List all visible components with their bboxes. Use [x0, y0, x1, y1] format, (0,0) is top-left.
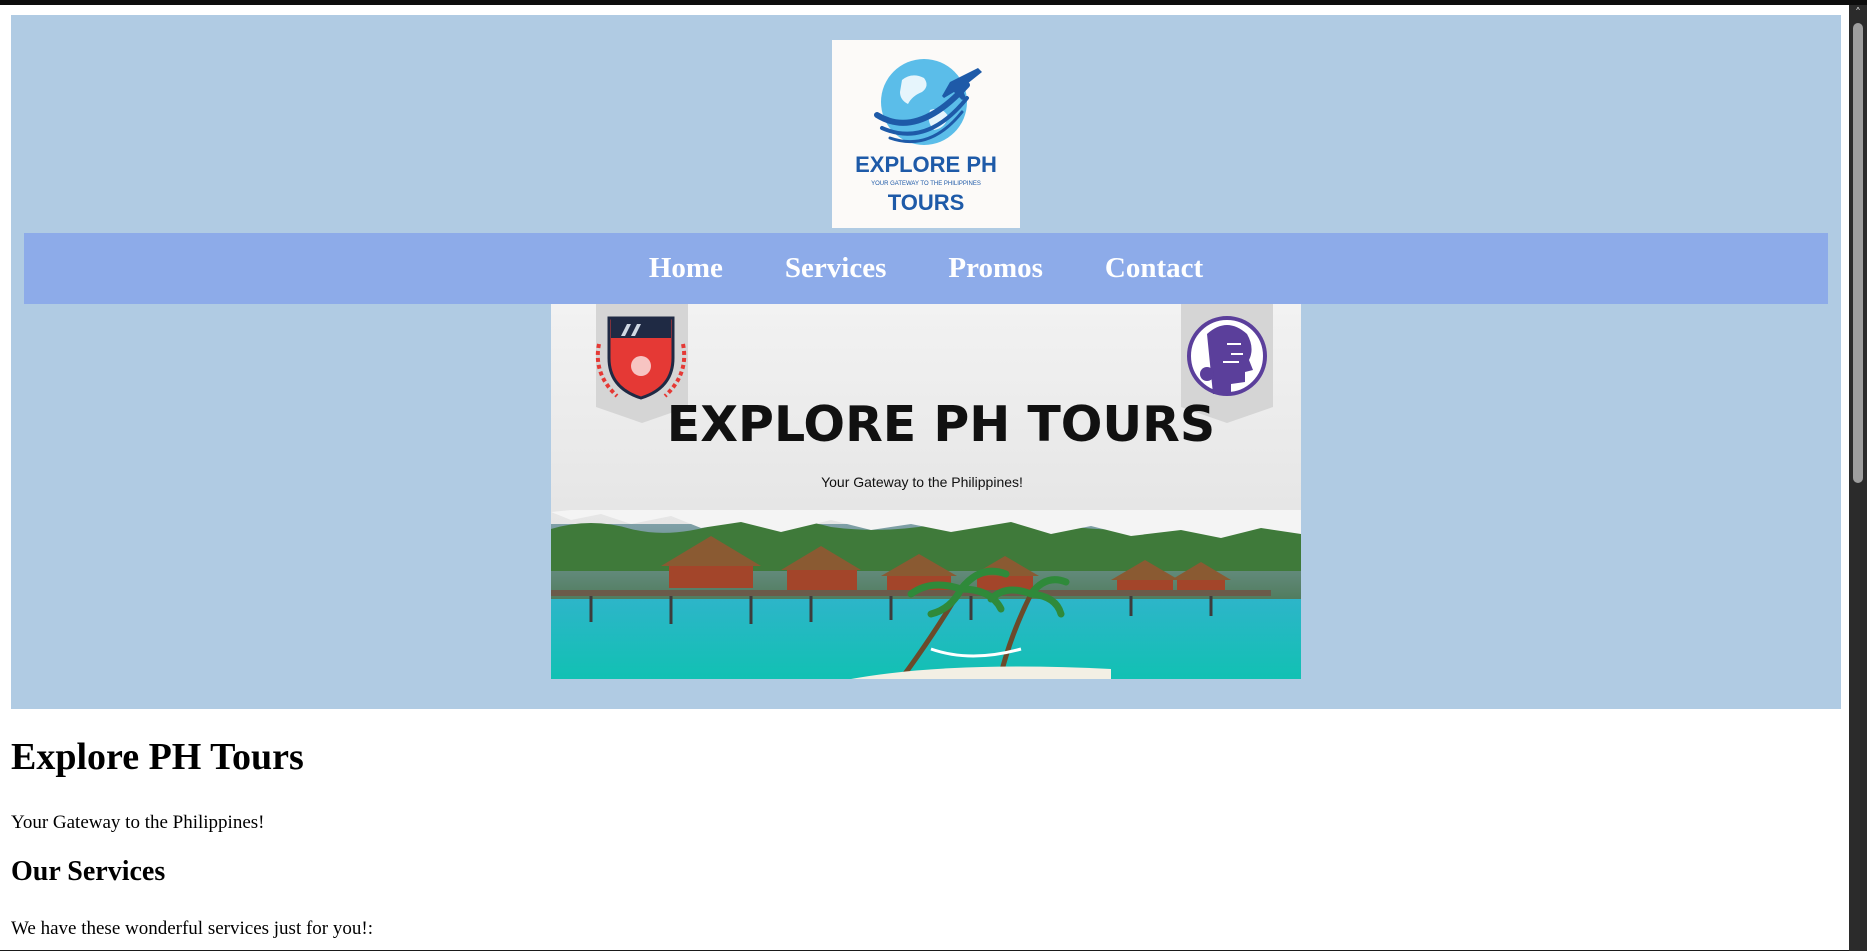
banner-subtitle: Your Gateway to the Philippines! [821, 474, 1023, 490]
nav-contact-link[interactable]: Contact [1105, 252, 1203, 285]
banner-title: EXPLORE PH TOURS [667, 396, 1215, 453]
logo-line2: TOURS [888, 190, 965, 215]
scrollbar-thumb[interactable] [1853, 23, 1863, 483]
logo-line1: EXPLORE PH [855, 152, 997, 177]
scroll-up-arrow-icon[interactable]: ˄ [1849, 5, 1867, 21]
main-navbar: Home Services Promos Contact [24, 233, 1828, 304]
services-heading: Our Services [11, 856, 166, 887]
page-viewport: EXPLORE PH YOUR GATEWAY TO THE PHILIPPIN… [0, 5, 1849, 950]
site-logo[interactable]: EXPLORE PH YOUR GATEWAY TO THE PHILIPPIN… [832, 40, 1020, 228]
nav-services-link[interactable]: Services [785, 252, 886, 285]
vertical-scrollbar[interactable]: ˄ [1849, 5, 1867, 951]
services-intro-text: We have these wonderful services just fo… [11, 918, 373, 939]
globe-plane-logo-icon: EXPLORE PH YOUR GATEWAY TO THE PHILIPPIN… [855, 59, 997, 215]
banner-art: EXPLORE PH TOURS Your Gateway to the Phi… [551, 304, 1301, 679]
logo-tagline: YOUR GATEWAY TO THE PHILIPPINES [871, 181, 981, 187]
page-title: Explore PH Tours [11, 736, 304, 778]
main-content: Explore PH Tours Your Gateway to the Phi… [11, 735, 1811, 939]
nav-promos-link[interactable]: Promos [948, 252, 1043, 285]
page-tagline: Your Gateway to the Philippines! [11, 812, 265, 833]
hero-banner-image: EXPLORE PH TOURS Your Gateway to the Phi… [551, 304, 1301, 679]
nav-home-link[interactable]: Home [649, 252, 723, 285]
site-header: EXPLORE PH YOUR GATEWAY TO THE PHILIPPIN… [11, 15, 1841, 709]
